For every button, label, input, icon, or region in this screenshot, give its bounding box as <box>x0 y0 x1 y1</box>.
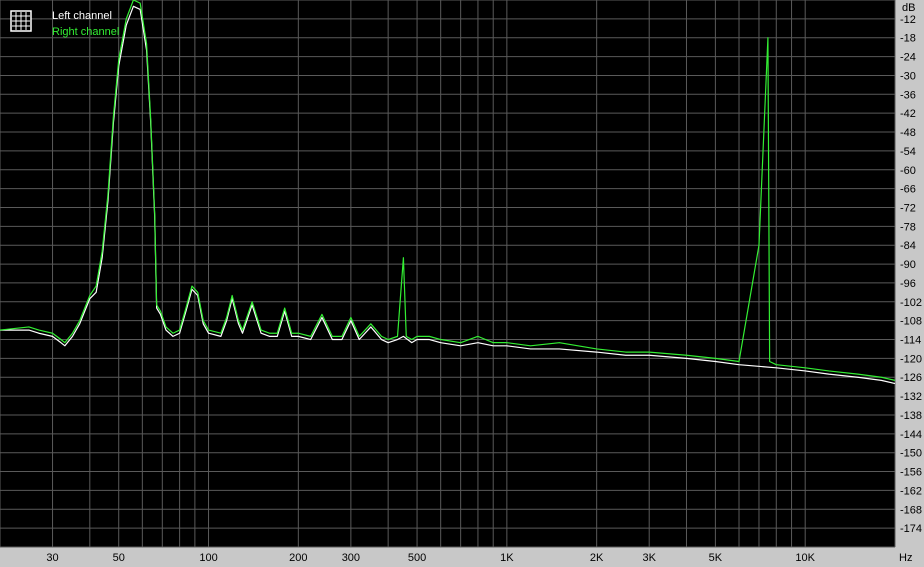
legend-left-channel: Left channel <box>52 10 112 22</box>
y-tick-label: -24 <box>900 52 916 64</box>
x-tick-label: 100 <box>199 552 217 564</box>
x-tick-labels: 30 50 100 200 300 500 1K 2K 3K 5K 10K <box>46 552 815 564</box>
y-tick-label: -114 <box>900 335 921 347</box>
x-tick-label: 300 <box>342 552 360 564</box>
x-tick-label: 50 <box>113 552 125 564</box>
y-tick-label: -150 <box>900 448 922 460</box>
y-tick-label: -66 <box>900 184 916 196</box>
y-tick-label: -18 <box>900 33 916 45</box>
x-tick-label: 5K <box>709 552 723 564</box>
y-tick-label: -48 <box>900 127 916 139</box>
y-tick-label: -120 <box>900 353 922 365</box>
y-tick-label: -54 <box>900 146 916 158</box>
y-tick-label: -132 <box>900 391 922 403</box>
y-unit-label: dB <box>902 2 915 14</box>
y-tick-label: -168 <box>900 504 922 516</box>
x-tick-label: 10K <box>795 552 815 564</box>
y-tick-label: -12 <box>900 14 916 26</box>
y-tick-label: -156 <box>900 467 922 479</box>
y-tick-label: -60 <box>900 165 916 177</box>
y-tick-label: -42 <box>900 108 916 120</box>
x-tick-label: 30 <box>46 552 58 564</box>
y-tick-label: -36 <box>900 89 916 101</box>
x-tick-label: 200 <box>289 552 307 564</box>
y-tick-label: -30 <box>900 70 916 82</box>
spectrum-chart-frame: -12 -18 -24 -30 -36 -42 -48 -54 -60 -66 -72 -78 -84 -… <box>0 0 924 567</box>
x-tick-label: 2K <box>590 552 604 564</box>
y-tick-label: -102 <box>900 297 922 309</box>
spectrum-chart: -12 -18 -24 -30 -36 -42 -48 -54 -60 -66 -72 -78 -84 -… <box>0 0 922 564</box>
legend-right-channel: Right channel <box>52 26 119 38</box>
y-tick-label: -174 <box>900 523 922 535</box>
x-unit-label: Hz <box>899 552 912 564</box>
y-tick-label: -138 <box>900 410 922 422</box>
y-tick-label: -72 <box>900 202 916 214</box>
y-tick-label: -144 <box>900 429 922 441</box>
y-tick-label: -162 <box>900 485 922 497</box>
y-tick-label: -78 <box>900 221 916 233</box>
x-tick-label: 3K <box>642 552 656 564</box>
y-tick-label: -96 <box>900 278 916 290</box>
y-tick-label: -90 <box>900 259 916 271</box>
y-tick-label: -84 <box>900 240 916 252</box>
y-tick-label: -108 <box>900 316 922 328</box>
plot-background <box>0 0 895 547</box>
y-tick-label: -126 <box>900 372 922 384</box>
x-tick-label: 500 <box>408 552 426 564</box>
x-tick-label: 1K <box>500 552 514 564</box>
y-tick-labels: -12 -18 -24 -30 -36 -42 -48 -54 -60 -66 -72 -78 -84 -… <box>900 14 922 535</box>
